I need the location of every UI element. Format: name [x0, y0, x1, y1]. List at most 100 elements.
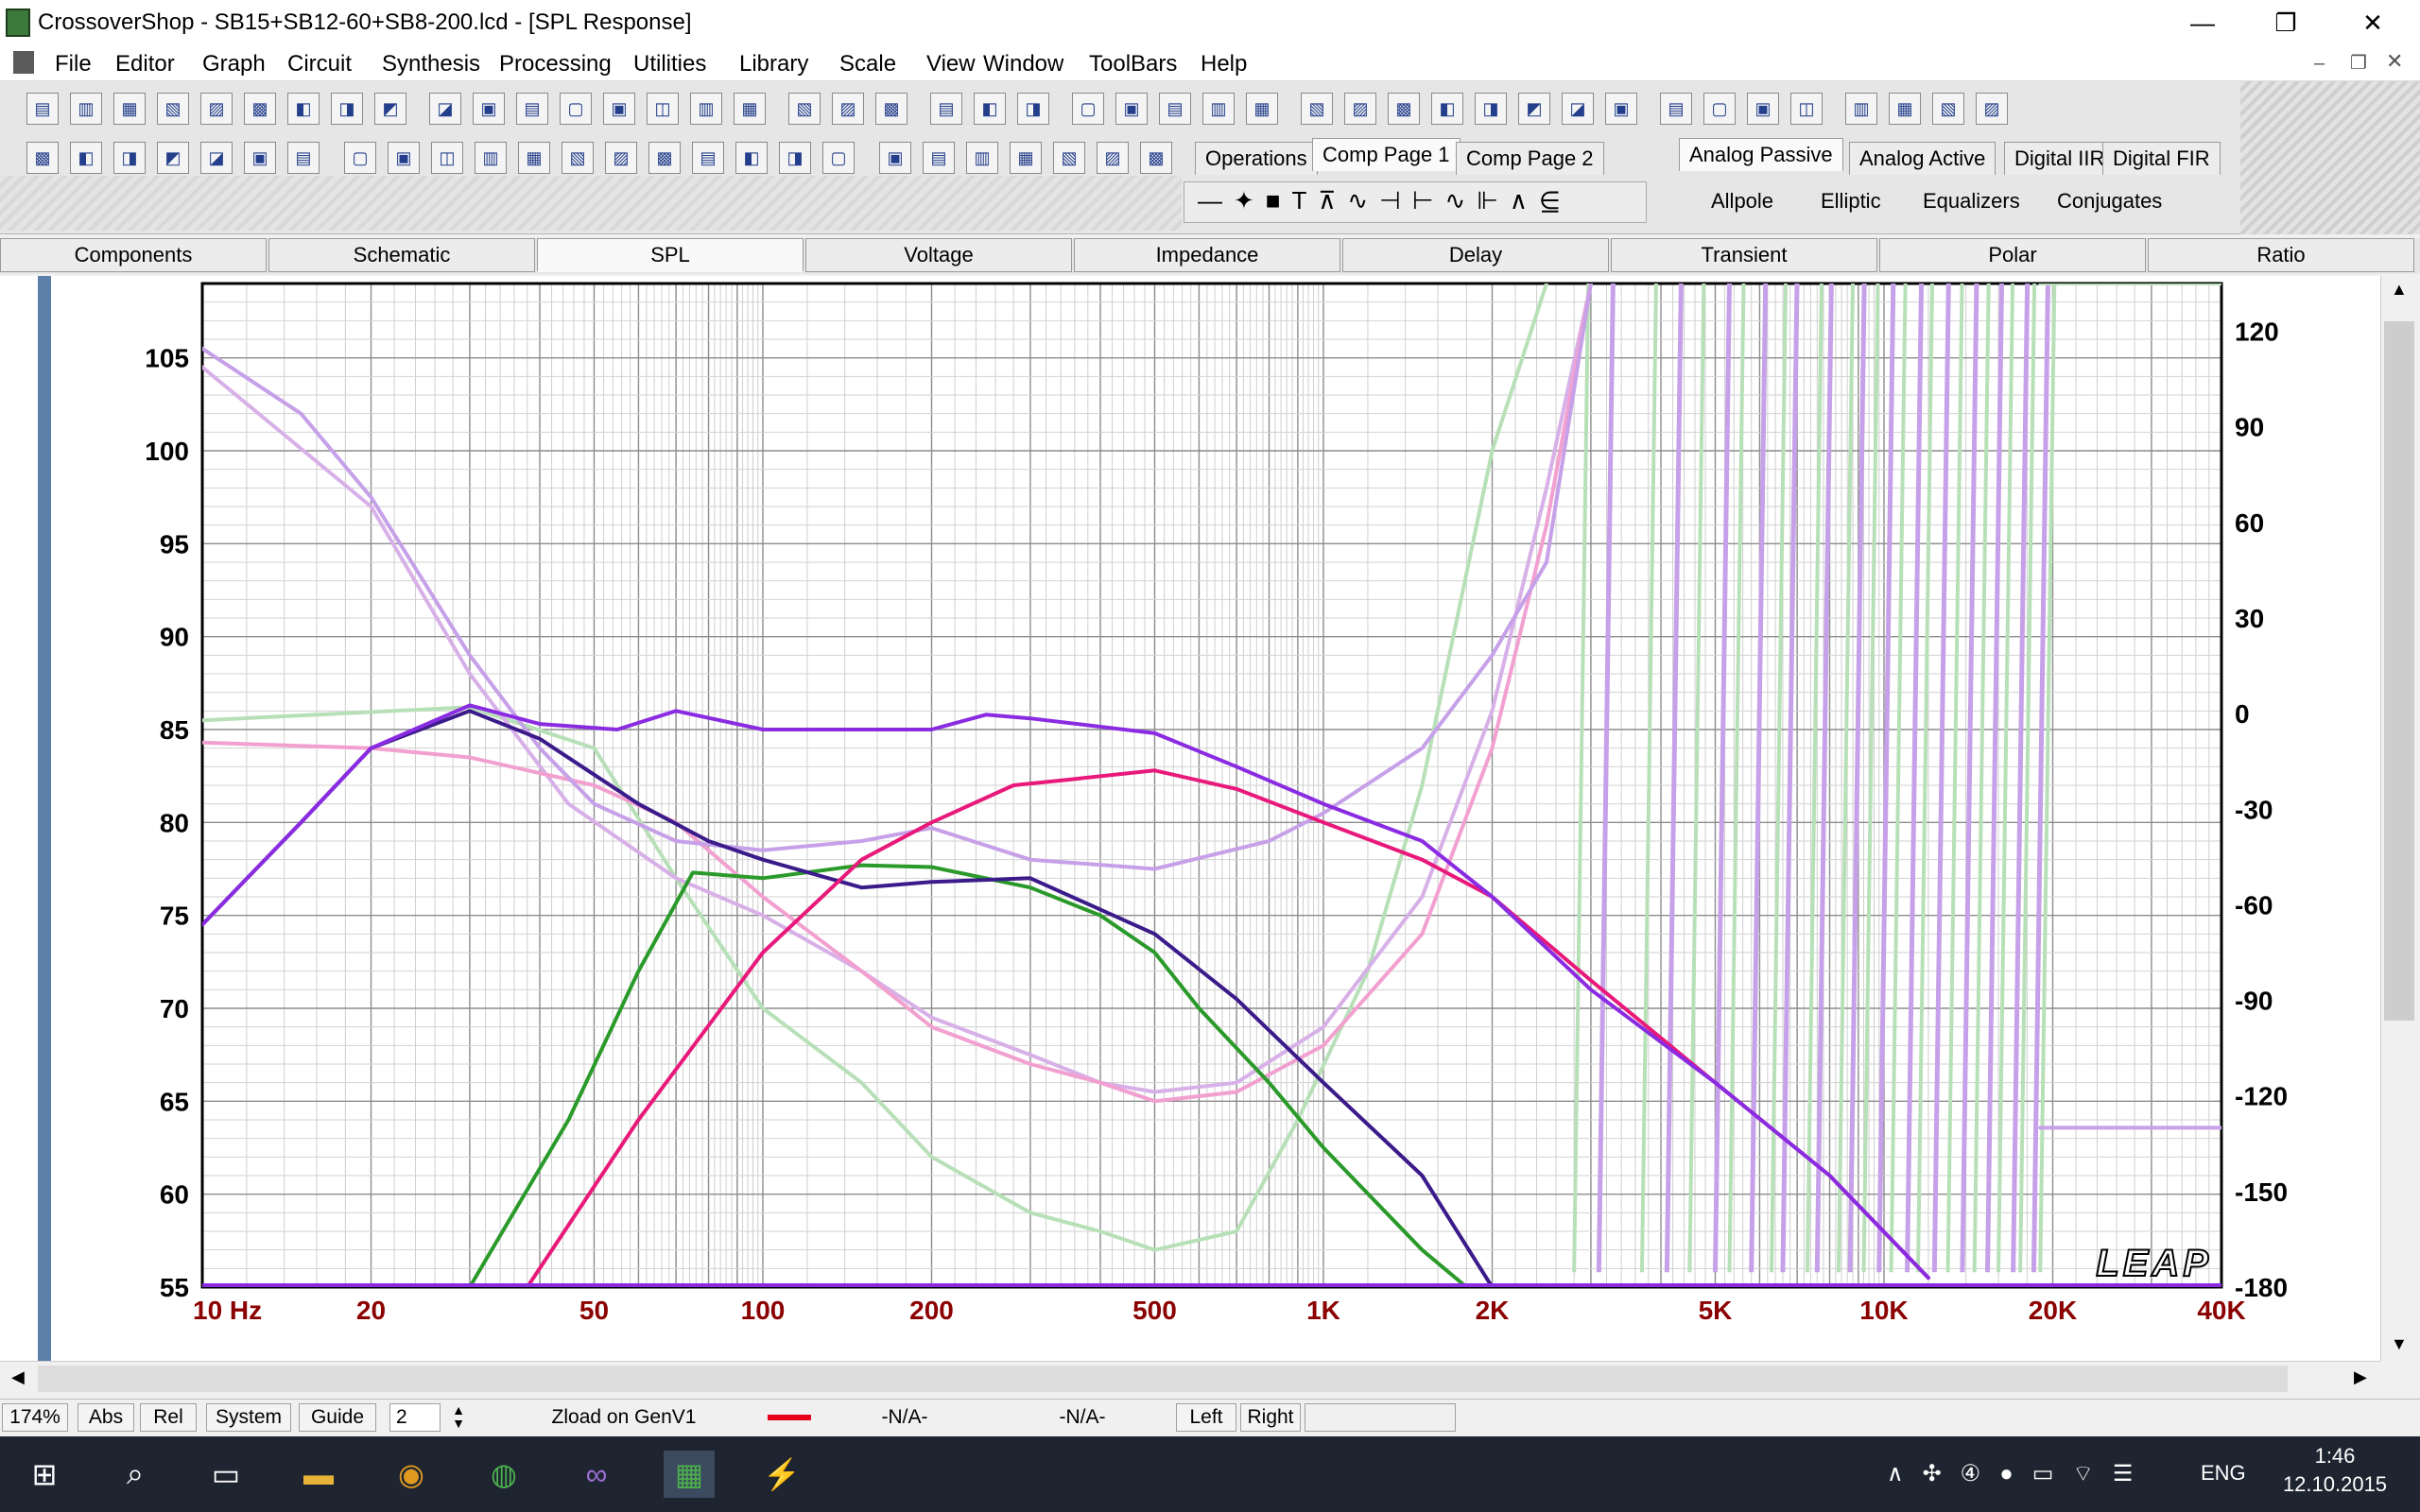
toolbar-button-icon[interactable]: ▢ — [344, 142, 376, 174]
toolbar-button-icon[interactable]: ◨ — [331, 93, 363, 125]
toolbar-button-icon[interactable]: ▦ — [1010, 142, 1042, 174]
toolbar-button-icon[interactable]: ◨ — [113, 142, 146, 174]
filter-sub-conjugates[interactable]: Conjugates — [2057, 189, 2162, 214]
toolbar-button-icon[interactable]: ▤ — [287, 142, 320, 174]
toolbar-button-icon[interactable]: ▥ — [475, 142, 507, 174]
toolbar-button-icon[interactable]: ▤ — [26, 93, 59, 125]
toolbar-button-icon[interactable]: ▥ — [70, 93, 102, 125]
filter-sub-allpole[interactable]: Allpole — [1711, 189, 1773, 214]
toolbar-button-icon[interactable]: ▨ — [605, 142, 637, 174]
toolbar-button-icon[interactable]: ▣ — [473, 93, 505, 125]
menu-scale[interactable]: Scale — [834, 49, 902, 79]
visual-studio-icon[interactable]: ∞ — [571, 1451, 622, 1498]
toolbar-button-icon[interactable]: ▣ — [244, 142, 276, 174]
toolbar-button-icon[interactable]: ▢ — [1703, 93, 1736, 125]
toolbar-button-icon[interactable]: ▥ — [690, 93, 722, 125]
toolbar-button-icon[interactable]: ▤ — [1660, 93, 1692, 125]
toolbar-button-icon[interactable]: ▨ — [200, 93, 233, 125]
toolbar-button-icon[interactable]: ◪ — [429, 93, 461, 125]
toolbar-button-icon[interactable]: ▢ — [822, 142, 855, 174]
toolbar-button-icon[interactable]: ▩ — [1388, 93, 1420, 125]
toolbar-button-icon[interactable]: ◩ — [1518, 93, 1550, 125]
app-icon-orange[interactable]: ◉ — [386, 1451, 437, 1498]
filter-sub-equalizers[interactable]: Equalizers — [1923, 189, 2020, 214]
vertical-scroll-thumb[interactable] — [2384, 321, 2414, 1021]
view-tab-ratio[interactable]: Ratio — [2148, 238, 2414, 272]
menu-toolbars[interactable]: ToolBars — [1083, 49, 1183, 79]
filter-sub-elliptic[interactable]: Elliptic — [1821, 189, 1881, 214]
restore-button[interactable]: ❐ — [2248, 0, 2324, 45]
menu-window[interactable]: Window — [977, 49, 1069, 79]
toolbar-button-icon[interactable]: ◩ — [157, 142, 189, 174]
scroll-up-icon[interactable]: ▲ — [2391, 280, 2408, 300]
toolbar-button-icon[interactable]: ▨ — [1344, 93, 1376, 125]
toolbar-button-icon[interactable]: ▢ — [1072, 93, 1104, 125]
toolbar-button-icon[interactable]: ▩ — [648, 142, 681, 174]
scroll-down-icon[interactable]: ▼ — [2391, 1334, 2408, 1354]
menu-file[interactable]: File — [49, 49, 97, 79]
toolbar-button-icon[interactable]: ◧ — [735, 142, 768, 174]
group-tab-comp-page-2[interactable]: Comp Page 2 — [1456, 142, 1604, 175]
toolbar-button-icon[interactable]: ◫ — [431, 142, 463, 174]
right-button[interactable]: Right — [1240, 1403, 1301, 1432]
toolbar-button-icon[interactable]: ▧ — [788, 93, 821, 125]
menu-processing[interactable]: Processing — [493, 49, 617, 79]
chrome-icon[interactable]: ◍ — [478, 1451, 529, 1498]
crossovershop-taskbar-icon[interactable]: ▦ — [664, 1451, 715, 1498]
horizontal-scroll-thumb[interactable] — [38, 1366, 2288, 1392]
toolbar-button-icon[interactable]: ▧ — [1053, 142, 1085, 174]
system-tray-icons[interactable]: ∧✣④●▭⌔☰ — [1887, 1459, 2152, 1487]
toolbar-button-icon[interactable]: ◧ — [287, 93, 320, 125]
toolbar-button-icon[interactable]: ▨ — [1097, 142, 1129, 174]
rel-button[interactable]: Rel — [140, 1403, 197, 1432]
draw-tool-icons[interactable]: —✦■T⊼∿⊣⊢∿⊩∧⋸ — [1198, 186, 1572, 215]
filter-tab-analog-passive[interactable]: Analog Passive — [1679, 138, 1843, 171]
toolbar-button-icon[interactable]: ▩ — [26, 142, 59, 174]
toolbar-button-icon[interactable]: ▥ — [1202, 93, 1235, 125]
toolbar-button-icon[interactable]: ▦ — [113, 93, 146, 125]
windows-start-icon[interactable]: ⊞ — [19, 1451, 70, 1498]
filter-tab-analog-active[interactable]: Analog Active — [1849, 142, 1996, 175]
toolbar-button-icon[interactable]: ▩ — [875, 93, 908, 125]
scroll-right-icon[interactable]: ▶ — [2354, 1367, 2367, 1387]
toolbar-button-icon[interactable]: ◫ — [647, 93, 679, 125]
toolbar-button-icon[interactable]: ▦ — [1246, 93, 1278, 125]
toolbar-button-icon[interactable]: ▤ — [930, 93, 962, 125]
toolbar-button-icon[interactable]: ▤ — [923, 142, 955, 174]
toolbar-button-icon[interactable]: ▩ — [244, 93, 276, 125]
toolbar-button-icon[interactable]: ▧ — [157, 93, 189, 125]
filter-tab-digital-iir[interactable]: Digital IIR — [2004, 142, 2116, 175]
toolbar-button-icon[interactable]: ▤ — [1159, 93, 1191, 125]
spl-chart[interactable]: 105 100 95 90 85 80 75 70 65 60 55 120 90 60 30 0 -30 -60… — [0, 276, 2380, 1361]
clock[interactable]: 1:46 12.10.2015 — [2269, 1442, 2401, 1499]
toolbar-button-icon[interactable]: ▩ — [1140, 142, 1172, 174]
toolbar-button-icon[interactable]: ▣ — [388, 142, 420, 174]
file-explorer-icon[interactable]: ▬ — [293, 1451, 344, 1498]
toolbar-button-icon[interactable]: ▢ — [560, 93, 592, 125]
language-indicator[interactable]: ENG — [2201, 1461, 2246, 1486]
view-tab-components[interactable]: Components — [0, 238, 267, 272]
toolbar-button-icon[interactable]: ◫ — [1790, 93, 1823, 125]
toolbar-button-icon[interactable]: ▧ — [1301, 93, 1333, 125]
view-tab-polar[interactable]: Polar — [1879, 238, 2146, 272]
toolbar-button-icon[interactable]: ▦ — [518, 142, 550, 174]
mdi-close-icon[interactable]: ✕ — [2386, 49, 2403, 74]
menu-graph[interactable]: Graph — [197, 49, 271, 79]
toolbar-button-icon[interactable]: ▣ — [1605, 93, 1637, 125]
toolbar-button-icon[interactable]: ▨ — [832, 93, 864, 125]
menu-help[interactable]: Help — [1195, 49, 1253, 79]
search-icon[interactable]: ⌕ — [110, 1451, 161, 1498]
toolbar-button-icon[interactable]: ▦ — [1889, 93, 1921, 125]
guide-button[interactable]: Guide — [299, 1403, 376, 1432]
filter-tab-digital-fir[interactable]: Digital FIR — [2102, 142, 2221, 175]
view-tab-transient[interactable]: Transient — [1611, 238, 1877, 272]
system-button[interactable]: System — [206, 1403, 291, 1432]
task-view-icon[interactable]: ▭ — [200, 1451, 251, 1498]
lightning-app-icon[interactable]: ⚡ — [756, 1451, 807, 1498]
toolbar-button-icon[interactable]: ▥ — [966, 142, 998, 174]
toolbar-button-icon[interactable]: ◪ — [1562, 93, 1594, 125]
view-tab-impedance[interactable]: Impedance — [1074, 238, 1340, 272]
spl-series-line[interactable] — [202, 709, 1495, 1287]
view-tab-voltage[interactable]: Voltage — [805, 238, 1072, 272]
guide-stepper-icon[interactable]: ▲ ▼ — [442, 1403, 475, 1432]
